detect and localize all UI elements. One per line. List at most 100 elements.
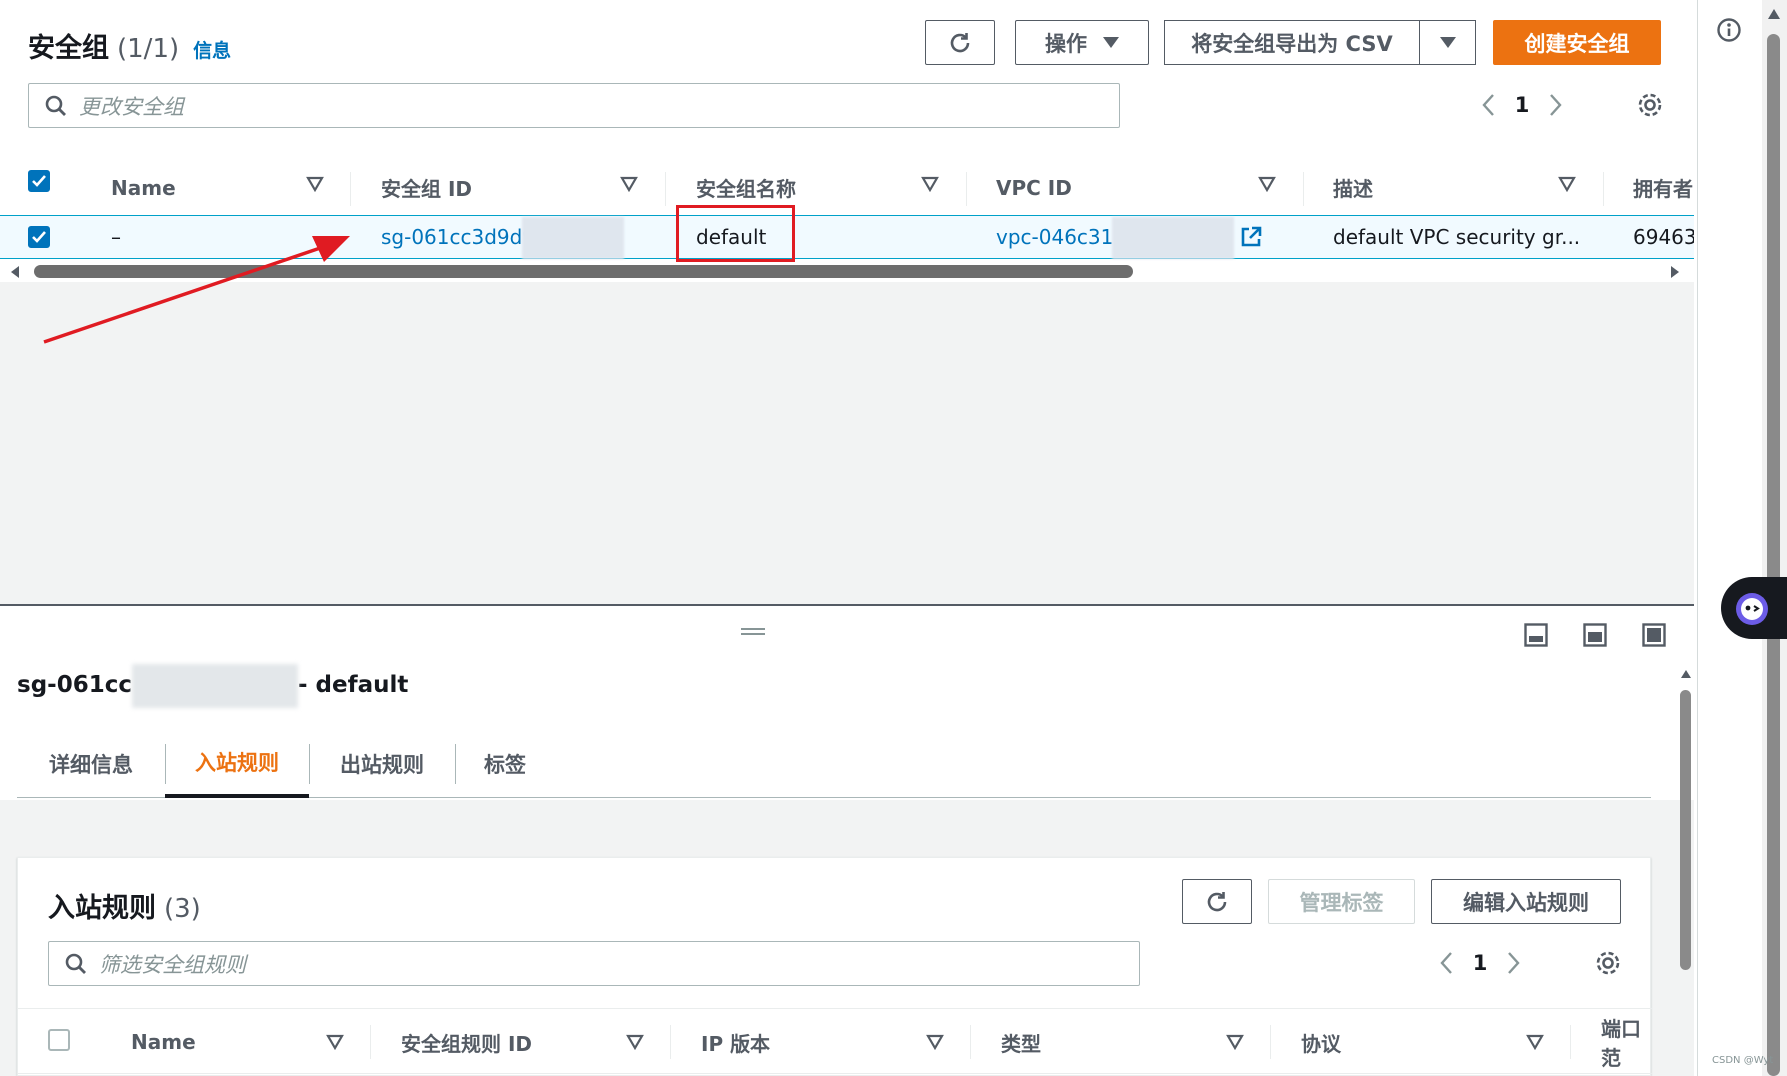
export-split-button: 将安全组导出为 CSV [1164,20,1476,65]
layout-full-icon[interactable] [1642,623,1666,647]
select-all-checkbox[interactable] [28,170,50,192]
external-link-icon[interactable] [1240,226,1262,248]
chevron-right-icon[interactable] [1544,92,1566,118]
security-group-search[interactable]: 更改安全组 [28,83,1120,128]
inbound-refresh-button[interactable] [1182,879,1252,924]
chevron-left-icon[interactable] [1436,950,1458,976]
tab-details[interactable]: 详细信息 [17,730,165,798]
scroll-up-arrow-icon[interactable] [1680,669,1692,679]
scroll-left-arrow-icon[interactable] [8,265,22,279]
pane-splitter[interactable] [0,604,1694,606]
scrollbar-thumb[interactable] [1680,690,1691,970]
column-header-owner[interactable]: 拥有者 [1633,160,1694,215]
annotation-highlight-box [676,205,795,262]
create-security-group-button[interactable]: 创建安全组 [1493,20,1661,65]
gear-icon[interactable] [1594,949,1622,977]
column-header-ip-version[interactable]: IP 版本 [701,1009,770,1075]
scrollbar-thumb[interactable] [34,265,1133,278]
detail-vertical-scrollbar[interactable] [1677,665,1694,1076]
column-header-name[interactable]: Name [131,1009,196,1075]
manage-tags-button[interactable]: 管理标签 [1268,879,1415,924]
cell-name: – [111,225,121,249]
column-header-sg-id[interactable]: 安全组 ID [381,160,472,215]
column-divider[interactable] [350,172,351,206]
select-all-checkbox[interactable] [48,1029,70,1051]
sort-caret-icon[interactable] [306,176,324,192]
right-help-rail [1697,0,1762,1076]
column-divider[interactable] [370,1025,371,1059]
assistant-widget[interactable] [1721,577,1787,639]
cell-owner: 69463 [1633,225,1694,249]
layout-middle-icon[interactable] [1583,623,1607,647]
sort-caret-icon[interactable] [926,1034,944,1050]
export-options-button[interactable] [1420,20,1476,65]
column-header-port-range[interactable]: 端口范 [1601,1009,1652,1075]
column-divider[interactable] [670,1025,671,1059]
info-link[interactable]: 信息 [193,36,231,63]
scrollbar-thumb[interactable] [1767,34,1780,1076]
column-header-protocol[interactable]: 协议 [1301,1009,1341,1075]
column-header-rule-id[interactable]: 安全组规则 ID [401,1009,532,1075]
inbound-pagination: 1 [1436,950,1524,976]
column-divider[interactable] [1270,1025,1271,1059]
column-header-type[interactable]: 类型 [1001,1009,1041,1075]
tab-inbound-rules[interactable]: 入站规则 [165,730,309,798]
watermark: CSDN @Wyt [1712,1055,1774,1066]
sort-caret-icon[interactable] [620,176,638,192]
refresh-button[interactable] [925,20,995,65]
sort-caret-icon[interactable] [921,176,939,192]
check-icon [32,175,46,187]
page-number[interactable]: 1 [1500,93,1544,117]
table-row[interactable]: – sg-061cc3d9d9 default vpc-046c315 defa… [0,215,1694,259]
column-divider[interactable] [1303,172,1304,206]
page-number[interactable]: 1 [1458,951,1502,975]
column-header-name[interactable]: Name [111,160,176,215]
redacted-mask [522,217,624,259]
chevron-left-icon[interactable] [1478,92,1500,118]
inbound-header: 入站规则 (3) [48,886,201,925]
inbound-rules-table-header: Name 安全组规则 ID IP 版本 类型 协议 端口范 [18,1008,1652,1074]
sort-caret-icon[interactable] [326,1034,344,1050]
column-divider[interactable] [970,1025,971,1059]
info-icon[interactable] [1716,17,1742,43]
column-divider[interactable] [1570,1025,1571,1059]
tab-outbound-rules[interactable]: 出站规则 [309,730,455,798]
column-divider[interactable] [966,172,967,206]
security-groups-table-header: Name 安全组 ID 安全组名称 VPC ID 描述 拥有者 [0,160,1694,215]
actions-dropdown[interactable]: 操作 [1015,20,1149,65]
column-divider[interactable] [1603,172,1604,206]
pagination: 1 [1478,92,1566,118]
inbound-title: 入站规则 [48,893,156,924]
column-divider[interactable] [665,172,666,206]
sort-caret-icon[interactable] [1258,176,1276,192]
column-header-description[interactable]: 描述 [1333,160,1373,215]
search-placeholder: 更改安全组 [79,94,184,119]
resize-grip-icon[interactable] [741,628,765,635]
search-placeholder: 筛选安全组规则 [99,952,246,977]
gear-icon[interactable] [1636,91,1664,119]
layout-bottom-icon[interactable] [1524,623,1548,647]
selection-count: (1/1) [117,34,180,64]
row-checkbox[interactable] [28,226,50,248]
sort-caret-icon[interactable] [626,1034,644,1050]
inbound-rules-search[interactable]: 筛选安全组规则 [48,941,1140,986]
column-header-vpc-id[interactable]: VPC ID [996,160,1072,215]
sort-caret-icon[interactable] [1226,1034,1244,1050]
cell-sg-id-link[interactable]: sg-061cc3d9d9 [381,216,535,258]
cell-vpc-id-link[interactable]: vpc-046c315 [996,216,1126,258]
tab-tags[interactable]: 标签 [455,730,555,798]
sort-caret-icon[interactable] [1526,1034,1544,1050]
edit-inbound-rules-button[interactable]: 编辑入站规则 [1431,879,1621,924]
detail-title-prefix: sg-061cc [17,672,132,698]
page-header: 安全组 (1/1) 信息 [28,26,231,65]
scroll-up-arrow-icon[interactable] [1767,8,1781,20]
export-csv-button[interactable]: 将安全组导出为 CSV [1164,20,1420,65]
security-groups-card: 安全组 (1/1) 信息 操作 将安全组导出为 CSV 创建安全组 更改安全组 … [0,0,1694,282]
sort-caret-icon[interactable] [1558,176,1576,192]
page-vertical-scrollbar[interactable] [1762,0,1787,1076]
horizontal-scrollbar[interactable] [0,262,1694,282]
chevron-right-icon[interactable] [1502,950,1524,976]
scroll-right-arrow-icon[interactable] [1668,265,1682,279]
assistant-face-icon [1736,593,1768,625]
redacted-mask [131,664,298,708]
